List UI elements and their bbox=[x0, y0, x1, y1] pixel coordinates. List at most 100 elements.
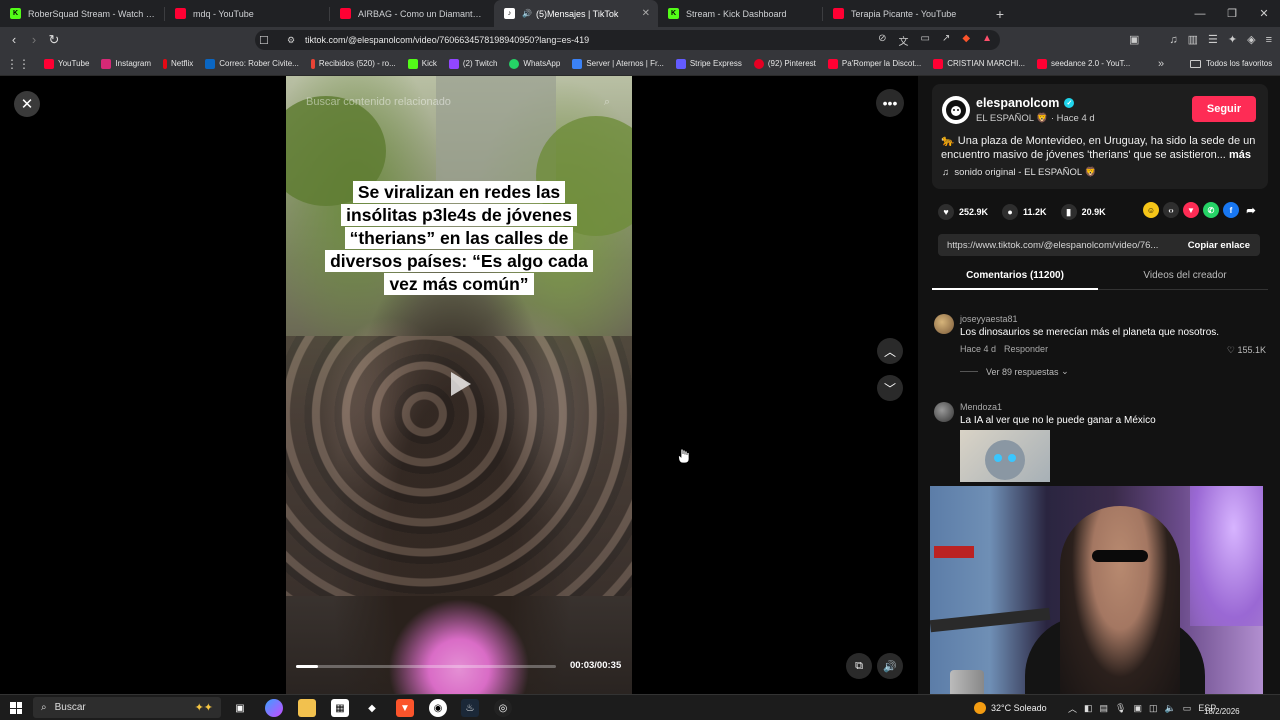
brave-browser-icon[interactable]: ▼ bbox=[396, 699, 414, 717]
file-explorer-icon[interactable] bbox=[298, 699, 316, 717]
brave-shield-icon[interactable]: ◆ bbox=[962, 33, 970, 48]
close-video-button[interactable]: ✕ bbox=[14, 91, 40, 117]
more-options-button[interactable]: ••• bbox=[876, 89, 904, 117]
tab-robersquad[interactable]: K RoberSquad Stream - Watch Live bbox=[0, 0, 164, 27]
like-button[interactable]: ♥ 252.9K bbox=[938, 204, 988, 220]
apps-grid-icon[interactable]: ⋮⋮ bbox=[6, 57, 30, 71]
floating-player-button[interactable]: ⧉ bbox=[846, 653, 872, 679]
extensions-icon[interactable]: ✦ bbox=[1228, 33, 1237, 46]
sound-text[interactable]: sonido original - EL ESPAÑOL 🦁 bbox=[954, 167, 1096, 178]
cast-icon[interactable]: ▭ bbox=[921, 33, 930, 48]
volume-button[interactable]: 🔊 bbox=[877, 653, 903, 679]
chevron-up-icon[interactable]: ︿ bbox=[1068, 702, 1077, 715]
commenter-username[interactable]: Mendoza1 bbox=[960, 402, 1002, 412]
tray-app-icon[interactable]: ◧ bbox=[1084, 703, 1093, 714]
tab-mdq[interactable]: mdq - YouTube bbox=[165, 0, 329, 27]
reading-list-icon[interactable]: ☰ bbox=[1208, 33, 1218, 46]
tab-airbag[interactable]: AIRBAG - Como un Diamante - video bbox=[330, 0, 494, 27]
network-icon[interactable]: ◫ bbox=[1149, 703, 1158, 714]
commenter-avatar[interactable] bbox=[934, 402, 954, 422]
view-replies-button[interactable]: Ver 89 respuestas ⌄ bbox=[960, 366, 1069, 377]
vpn-icon[interactable]: ◈ bbox=[1247, 33, 1255, 46]
share-arrow-icon[interactable]: ➦ bbox=[1243, 202, 1259, 218]
emoji-icon[interactable]: ☺ bbox=[1143, 202, 1159, 218]
creator-username[interactable]: elespanolcom ✓ bbox=[976, 96, 1075, 110]
store-icon[interactable]: ▦ bbox=[331, 699, 349, 717]
back-button[interactable]: ‹ bbox=[4, 27, 24, 52]
bookmark-instagram[interactable]: Instagram bbox=[101, 58, 151, 69]
comment-image[interactable] bbox=[960, 430, 1050, 482]
bookmark-cristian[interactable]: CRISTIAN MARCHI... bbox=[933, 58, 1025, 69]
menu-icon[interactable]: ≡ bbox=[1266, 34, 1272, 46]
restore-button[interactable]: ❐ bbox=[1216, 0, 1248, 27]
unity-icon[interactable]: ◆ bbox=[363, 699, 381, 717]
url-text[interactable]: tiktok.com/@elespanolcom/video/760663457… bbox=[305, 35, 589, 45]
site-settings-icon[interactable]: ⚙ bbox=[287, 35, 295, 46]
view-replies-text[interactable]: Ver 89 respuestas bbox=[986, 367, 1059, 377]
copy-link-button[interactable]: Copiar enlace bbox=[1188, 240, 1250, 251]
copilot-icon[interactable] bbox=[265, 699, 283, 717]
battery-icon[interactable]: ▭ bbox=[1183, 703, 1192, 714]
task-view-icon[interactable]: ▣ bbox=[231, 699, 249, 717]
bookmark-outlook[interactable]: Correo: Rober Civite... bbox=[205, 58, 299, 69]
reload-button[interactable]: ↻ bbox=[44, 27, 64, 52]
url-bar[interactable]: ☐ ⚙ tiktok.com/@elespanolcom/video/76066… bbox=[255, 30, 1000, 50]
share-icon[interactable]: ↗ bbox=[942, 33, 950, 48]
obs-icon[interactable]: ◉ bbox=[429, 699, 447, 717]
embed-icon[interactable]: ‹› bbox=[1163, 202, 1179, 218]
tab-kick-dashboard[interactable]: K Stream - Kick Dashboard bbox=[658, 0, 822, 27]
tray-app-icon[interactable]: ▣ bbox=[1133, 703, 1142, 714]
related-search-input[interactable]: Buscar contenido relacionado bbox=[306, 96, 451, 108]
bookmark-paromper[interactable]: Pa'Romper la Discot... bbox=[827, 58, 921, 69]
bookmark-gmail[interactable]: Recibidos (520) - ro... bbox=[310, 58, 396, 69]
commenter-avatar[interactable] bbox=[934, 314, 954, 334]
sound-link[interactable]: ♫ sonido original - EL ESPAÑOL 🦁 bbox=[942, 167, 1096, 178]
bookmark-netflix[interactable]: Netflix bbox=[163, 58, 193, 69]
comment-like-button[interactable]: ♡ 155.1K bbox=[1227, 345, 1266, 356]
video-player[interactable]: Buscar contenido relacionado ⌕ Se virali… bbox=[286, 76, 632, 694]
bookmark-twitch[interactable]: (2) Twitch bbox=[448, 58, 497, 69]
speaker-icon[interactable]: 🔈 bbox=[1165, 703, 1176, 714]
whatsapp-icon[interactable]: ✆ bbox=[1203, 202, 1219, 218]
next-video-button[interactable]: ﹀ bbox=[877, 375, 903, 401]
tab-creator-videos[interactable]: Videos del creador bbox=[1102, 270, 1268, 281]
bookmark-kick[interactable]: Kick bbox=[407, 58, 437, 69]
bookmark-seedance[interactable]: seedance 2.0 - YouT... bbox=[1037, 58, 1130, 69]
save-button[interactable]: ▮ 20.9K bbox=[1060, 204, 1106, 220]
bookmark-pinterest[interactable]: (92) Pinterest bbox=[753, 58, 816, 69]
mute-site-icon[interactable]: ⊘ bbox=[878, 33, 886, 48]
reply-button[interactable]: Responder bbox=[1004, 344, 1048, 354]
send-icon[interactable]: ▼ bbox=[1183, 202, 1199, 218]
new-tab-button[interactable]: + bbox=[987, 6, 1013, 22]
close-window-button[interactable]: ✕ bbox=[1248, 0, 1280, 27]
obs-studio-icon[interactable]: ◎ bbox=[494, 699, 512, 717]
search-icon[interactable]: ⌕ bbox=[604, 96, 610, 109]
music-icon[interactable]: ♫ bbox=[1169, 34, 1177, 46]
facebook-icon[interactable]: f bbox=[1223, 202, 1239, 218]
bookmark-youtube[interactable]: YouTube bbox=[44, 58, 89, 69]
close-tab-icon[interactable]: ✕ bbox=[642, 8, 650, 19]
video-progress-bar[interactable] bbox=[296, 665, 556, 668]
forward-button[interactable]: › bbox=[24, 27, 44, 52]
all-favorites-folder[interactable]: Todos los favoritos bbox=[1190, 59, 1272, 68]
creator-avatar[interactable] bbox=[942, 96, 970, 124]
steam-icon[interactable]: ♨ bbox=[461, 699, 479, 717]
minimize-button[interactable]: — bbox=[1184, 0, 1216, 27]
rewards-icon[interactable]: ▲ bbox=[982, 33, 992, 48]
tab-terapia-picante[interactable]: Terapia Picante - YouTube bbox=[823, 0, 987, 27]
taskbar-date[interactable]: 18/2/2026 bbox=[1204, 707, 1240, 716]
commenter-username[interactable]: joseyyaesta81 bbox=[960, 314, 1018, 324]
more-bookmarks-icon[interactable]: » bbox=[1158, 58, 1164, 70]
previous-video-button[interactable]: ︿ bbox=[877, 338, 903, 364]
translate-icon[interactable]: 文 bbox=[899, 33, 909, 48]
tab-tiktok[interactable]: ♪ 🔊 (5)Mensajes | TikTok ✕ bbox=[494, 0, 658, 27]
taskbar-search-input[interactable]: ⌕ Buscar ✦✦ bbox=[33, 697, 221, 718]
tray-app-icon[interactable]: ▤ bbox=[1100, 703, 1109, 714]
wallet-icon[interactable]: ▣ bbox=[1129, 33, 1139, 46]
video-link[interactable]: https://www.tiktok.com/@elespanolcom/vid… bbox=[947, 240, 1187, 251]
sidebar-icon[interactable]: ▥ bbox=[1188, 33, 1198, 46]
comment-button[interactable]: ● 11.2K bbox=[1002, 204, 1047, 220]
see-more-link[interactable]: más bbox=[1229, 149, 1251, 161]
bookmark-stripe[interactable]: Stripe Express bbox=[675, 58, 742, 69]
weather-widget[interactable]: 32°C Soleado bbox=[974, 695, 1047, 720]
